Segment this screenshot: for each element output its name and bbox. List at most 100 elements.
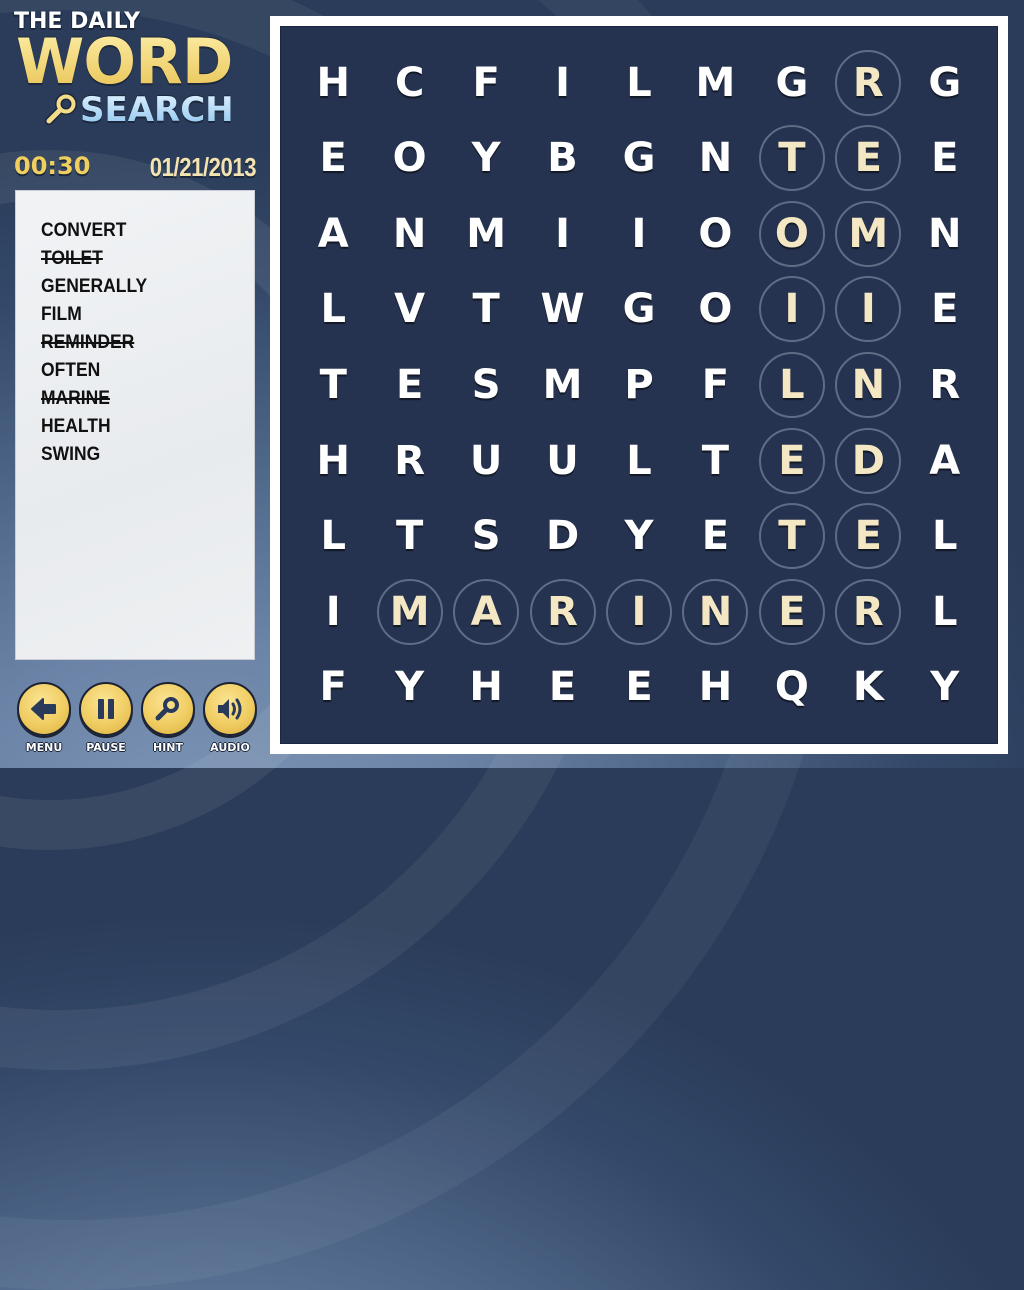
grid-cell-found[interactable]: T: [754, 498, 830, 574]
control-buttons: MENU PAUSE HINT AUDIO: [17, 682, 257, 754]
grid-letter: G: [622, 135, 656, 182]
grid-cell[interactable]: N: [677, 121, 753, 197]
grid-cell[interactable]: M: [448, 196, 524, 272]
grid-cell[interactable]: S: [448, 498, 524, 574]
grid-letter: Y: [624, 513, 654, 560]
grid-cell[interactable]: T: [371, 498, 447, 574]
grid-letter: I: [325, 588, 341, 635]
grid-cell[interactable]: E: [524, 649, 600, 725]
grid-cell[interactable]: E: [295, 121, 371, 197]
grid-cell[interactable]: G: [601, 121, 677, 197]
grid-cell[interactable]: I: [601, 196, 677, 272]
grid-cell[interactable]: Y: [907, 649, 983, 725]
grid-cell[interactable]: U: [524, 423, 600, 499]
letter-grid[interactable]: HCFILMGRGEOYBGNTEEANMIIOOMNLVTWGOIIETESM…: [280, 26, 998, 744]
grid-cell[interactable]: T: [448, 272, 524, 348]
grid-cell-found[interactable]: R: [830, 45, 906, 121]
grid-cell[interactable]: N: [907, 196, 983, 272]
grid-cell[interactable]: H: [448, 649, 524, 725]
word-list-panel: CONVERT TOILET GENERALLY FILM REMINDER OFTEN M…: [15, 190, 255, 660]
grid-cell-found[interactable]: E: [830, 121, 906, 197]
grid-letter: R: [852, 588, 884, 635]
grid-cell-found[interactable]: M: [371, 574, 447, 650]
grid-cell-found[interactable]: A: [448, 574, 524, 650]
grid-cell-found[interactable]: T: [754, 121, 830, 197]
word-list-item: OFTEN: [41, 360, 101, 381]
grid-cell[interactable]: B: [524, 121, 600, 197]
grid-cell-found[interactable]: N: [677, 574, 753, 650]
grid-cell[interactable]: O: [371, 121, 447, 197]
grid-cell[interactable]: H: [295, 423, 371, 499]
grid-letter: M: [466, 210, 506, 257]
grid-cell[interactable]: I: [295, 574, 371, 650]
grid-cell[interactable]: M: [524, 347, 600, 423]
grid-cell-found[interactable]: E: [830, 498, 906, 574]
grid-letter: L: [320, 286, 346, 333]
grid-cell[interactable]: E: [907, 272, 983, 348]
grid-cell[interactable]: I: [524, 196, 600, 272]
grid-cell[interactable]: R: [371, 423, 447, 499]
grid-cell[interactable]: A: [295, 196, 371, 272]
grid-cell-found[interactable]: D: [830, 423, 906, 499]
grid-cell[interactable]: H: [295, 45, 371, 121]
grid-cell[interactable]: O: [677, 272, 753, 348]
grid-cell-found[interactable]: E: [754, 423, 830, 499]
pause-button[interactable]: PAUSE: [79, 682, 133, 754]
grid-cell[interactable]: L: [907, 574, 983, 650]
audio-button[interactable]: AUDIO: [203, 682, 257, 754]
grid-cell[interactable]: E: [601, 649, 677, 725]
grid-cell[interactable]: G: [601, 272, 677, 348]
grid-cell[interactable]: K: [830, 649, 906, 725]
grid-cell-found[interactable]: R: [830, 574, 906, 650]
grid-cell[interactable]: L: [295, 272, 371, 348]
grid-cell[interactable]: G: [754, 45, 830, 121]
grid-cell[interactable]: U: [448, 423, 524, 499]
grid-letter: E: [778, 437, 806, 484]
grid-cell[interactable]: L: [601, 423, 677, 499]
grid-cell[interactable]: Y: [601, 498, 677, 574]
word-list-item: REMINDER: [41, 332, 135, 353]
grid-cell[interactable]: Y: [448, 121, 524, 197]
grid-cell-found[interactable]: I: [601, 574, 677, 650]
grid-cell[interactable]: O: [677, 196, 753, 272]
grid-cell-found[interactable]: M: [830, 196, 906, 272]
grid-cell-found[interactable]: R: [524, 574, 600, 650]
grid-cell[interactable]: A: [907, 423, 983, 499]
grid-cell[interactable]: I: [524, 45, 600, 121]
grid-cell[interactable]: E: [677, 498, 753, 574]
grid-cell[interactable]: H: [677, 649, 753, 725]
grid-cell-found[interactable]: L: [754, 347, 830, 423]
word-list-item: HEALTH: [41, 416, 111, 437]
grid-cell-found[interactable]: I: [754, 272, 830, 348]
grid-cell[interactable]: F: [677, 347, 753, 423]
grid-cell[interactable]: E: [371, 347, 447, 423]
grid-cell[interactable]: P: [601, 347, 677, 423]
grid-cell[interactable]: V: [371, 272, 447, 348]
grid-cell[interactable]: F: [448, 45, 524, 121]
grid-cell[interactable]: Y: [371, 649, 447, 725]
hint-button[interactable]: HINT: [141, 682, 195, 754]
grid-cell[interactable]: F: [295, 649, 371, 725]
grid-cell[interactable]: T: [677, 423, 753, 499]
grid-cell[interactable]: E: [907, 121, 983, 197]
grid-cell-found[interactable]: I: [830, 272, 906, 348]
grid-cell-found[interactable]: E: [754, 574, 830, 650]
menu-button[interactable]: MENU: [17, 682, 71, 754]
grid-cell[interactable]: D: [524, 498, 600, 574]
grid-cell-found[interactable]: O: [754, 196, 830, 272]
grid-cell[interactable]: L: [601, 45, 677, 121]
grid-cell[interactable]: T: [295, 347, 371, 423]
grid-cell[interactable]: Q: [754, 649, 830, 725]
grid-cell[interactable]: W: [524, 272, 600, 348]
grid-cell[interactable]: C: [371, 45, 447, 121]
grid-cell[interactable]: S: [448, 347, 524, 423]
magnifier-icon: [155, 697, 179, 721]
grid-cell[interactable]: L: [295, 498, 371, 574]
grid-cell[interactable]: G: [907, 45, 983, 121]
grid-cell[interactable]: R: [907, 347, 983, 423]
grid-cell[interactable]: N: [371, 196, 447, 272]
grid-cell[interactable]: M: [677, 45, 753, 121]
grid-cell-found[interactable]: N: [830, 347, 906, 423]
grid-cell[interactable]: L: [907, 498, 983, 574]
grid-letter: S: [471, 513, 501, 560]
